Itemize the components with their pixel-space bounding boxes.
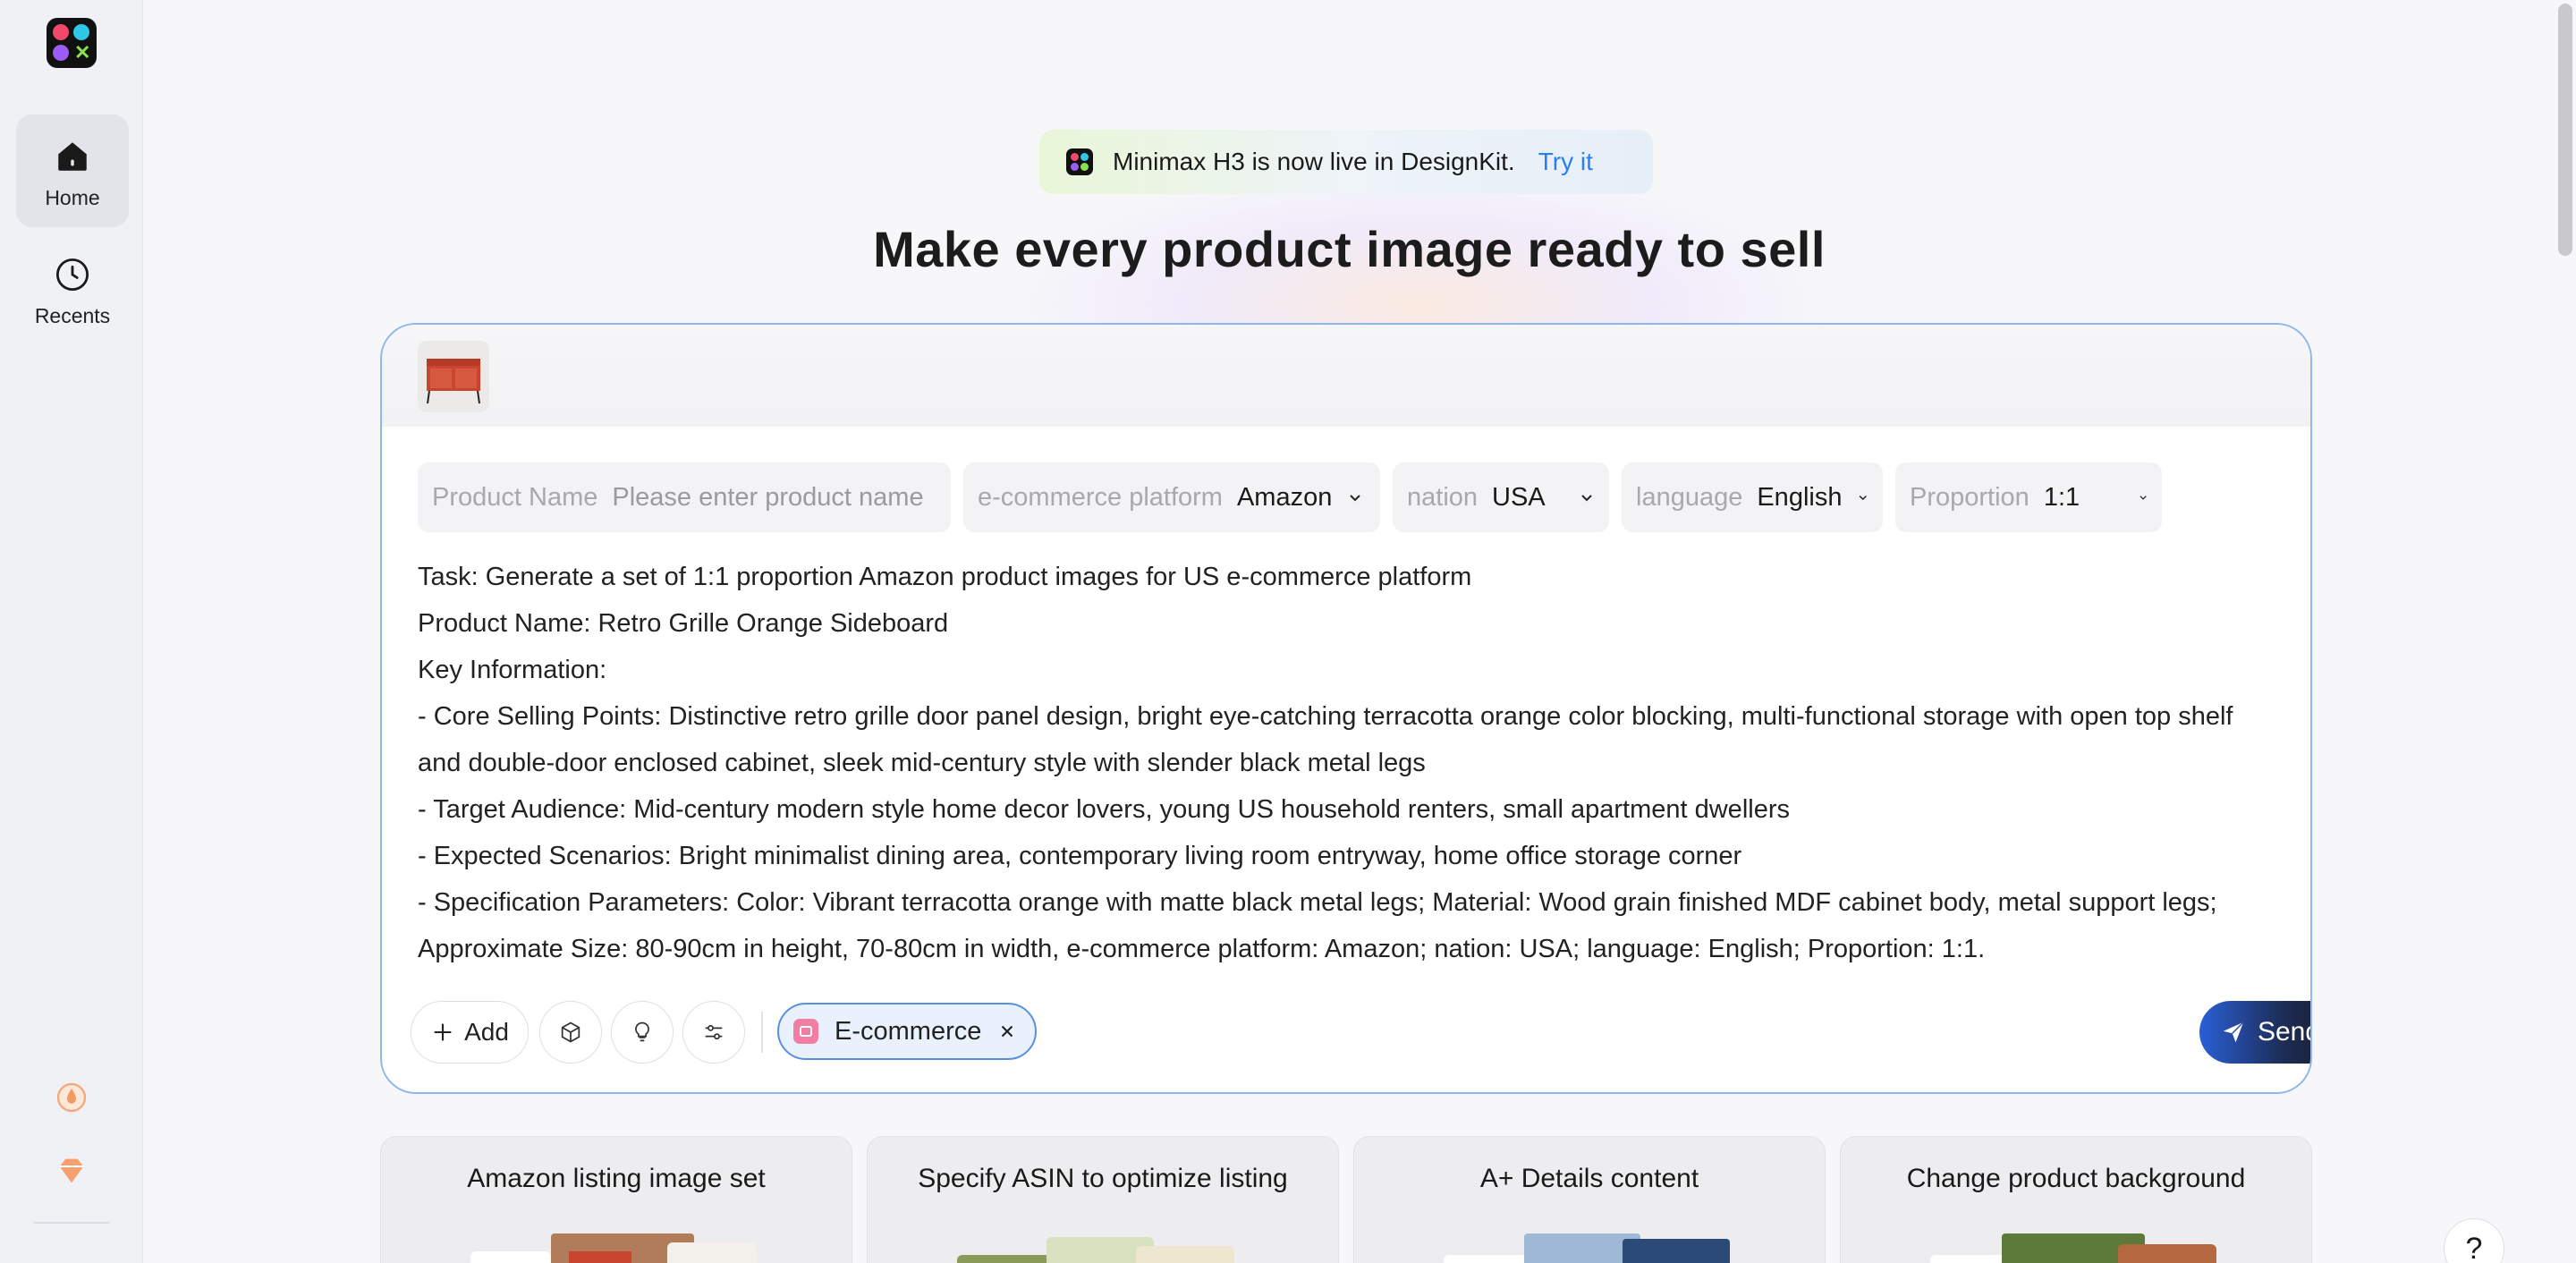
chevron-down-icon	[2140, 496, 2147, 500]
card-preview-image	[957, 1237, 1234, 1263]
field-value: English	[1757, 482, 1843, 512]
field-value: Amazon	[1236, 482, 1333, 512]
model-button[interactable]	[539, 1001, 602, 1064]
ecommerce-tag[interactable]: E-commerce	[777, 1003, 1038, 1060]
send-icon	[2223, 1021, 2244, 1043]
card-preview-image	[1930, 1233, 2216, 1263]
sliders-icon	[705, 1024, 723, 1040]
close-icon[interactable]	[997, 1021, 1017, 1041]
field-key: e-commerce platform	[978, 482, 1223, 512]
chevron-down-icon	[1860, 496, 1868, 501]
platform-select[interactable]: e-commerce platform Amazon	[963, 462, 1380, 532]
prompt-line: Key Information:	[418, 656, 607, 684]
send-label: Send	[2257, 1017, 2310, 1047]
card-asin-optimize[interactable]: Specify ASIN to optimize listing	[867, 1136, 1339, 1263]
main-content: Minimax H3 is now live in DesignKit. Try…	[144, 0, 2555, 1263]
field-key: Proportion	[1910, 482, 2029, 512]
card-title: Specify ASIN to optimize listing	[918, 1164, 1288, 1193]
field-key: Product Name	[432, 482, 598, 512]
prompt-textarea[interactable]: Task: Generate a set of 1:1 proportion A…	[418, 554, 2287, 972]
home-icon	[58, 142, 87, 171]
product-name-field[interactable]: Product Name Please enter product name	[418, 462, 951, 532]
field-value: USA	[1492, 482, 1546, 512]
designkit-icon	[1066, 148, 1093, 175]
sideboard-image-icon	[427, 359, 480, 404]
proportion-select[interactable]: Proportion 1:1	[1895, 462, 2162, 532]
card-preview-image	[470, 1233, 757, 1263]
product-name-placeholder: Please enter product name	[612, 482, 924, 512]
page-title: Make every product image ready to sell	[873, 221, 1826, 277]
add-label: Add	[464, 1018, 509, 1046]
language-select[interactable]: language English	[1622, 462, 1883, 532]
scrollbar-thumb[interactable]	[2558, 4, 2572, 256]
try-it-link[interactable]: Try it	[1538, 148, 1593, 176]
cube-icon	[561, 1021, 580, 1043]
tag-label: E-commerce	[835, 1016, 982, 1046]
prompt-line: - Specification Parameters: Color: Vibra…	[418, 888, 2217, 917]
announcement-banner[interactable]: Minimax H3 is now live in DesignKit. Try…	[1039, 130, 1653, 194]
sidebar: ✕ Home Recents	[0, 0, 143, 1263]
sidebar-item-home[interactable]: Home	[16, 114, 129, 227]
app-logo[interactable]: ✕	[47, 18, 97, 68]
diamond-icon[interactable]	[54, 1153, 89, 1189]
card-aplus-content[interactable]: A+ Details content	[1353, 1136, 1826, 1263]
chevron-down-icon	[1350, 495, 1361, 502]
prompt-composer: Product Name Please enter product name e…	[380, 323, 2312, 1094]
send-button[interactable]: Send	[2199, 1001, 2310, 1064]
card-change-background[interactable]: Change product background	[1840, 1136, 2312, 1263]
card-title: Amazon listing image set	[467, 1164, 766, 1193]
banner-text: Minimax H3 is now live in DesignKit.	[1113, 148, 1515, 175]
prompt-line: - Target Audience: Mid-century modern st…	[418, 795, 1790, 824]
coin-icon[interactable]	[54, 1080, 89, 1115]
plus-icon	[434, 1023, 452, 1041]
sidebar-item-recents[interactable]: Recents	[16, 233, 129, 345]
ecommerce-icon	[793, 1019, 818, 1044]
nation-select[interactable]: nation USA	[1393, 462, 1609, 532]
parameter-row: Product Name Please enter product name e…	[418, 462, 2162, 532]
toolbar-divider	[761, 1012, 763, 1053]
attachment-area	[382, 325, 2310, 427]
settings-button[interactable]	[682, 1001, 745, 1064]
sidebar-item-label: Recents	[34, 304, 111, 327]
field-key: language	[1636, 482, 1743, 512]
field-key: nation	[1407, 482, 1479, 512]
card-amazon-listing[interactable]: Amazon listing image set	[380, 1136, 852, 1263]
field-value: 1:1	[2043, 482, 2080, 512]
prompt-line: Product Name: Retro Grille Orange Sidebo…	[418, 609, 949, 638]
prompt-line: Approximate Size: 80-90cm in height, 70-…	[418, 935, 1986, 963]
chevron-down-icon	[1581, 495, 1592, 502]
card-title: A+ Details content	[1479, 1164, 1699, 1193]
prompt-line: and double-door enclosed cabinet, sleek …	[418, 749, 1426, 777]
clock-icon	[55, 258, 89, 292]
product-thumbnail[interactable]	[418, 341, 489, 412]
inspiration-button[interactable]	[611, 1001, 674, 1064]
lightbulb-icon	[635, 1021, 649, 1042]
page-scrollbar[interactable]	[2555, 0, 2576, 1263]
prompt-line: Task: Generate a set of 1:1 proportion A…	[418, 563, 1472, 591]
card-preview-image	[1444, 1233, 1730, 1263]
card-title: Change product background	[1906, 1164, 2246, 1193]
sidebar-item-label: Home	[45, 186, 100, 209]
add-button[interactable]: Add	[411, 1001, 529, 1064]
composer-toolbar: Add E-commerce Send	[411, 1001, 2310, 1064]
prompt-line: - Expected Scenarios: Bright minimalist …	[418, 842, 1742, 870]
sidebar-divider	[34, 1222, 109, 1224]
prompt-line: - Core Selling Points: Distinctive retro…	[418, 702, 2233, 731]
